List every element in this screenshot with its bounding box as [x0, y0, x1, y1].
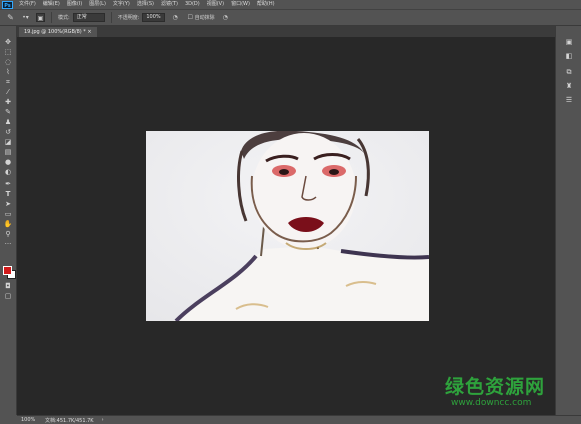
dodge-icon[interactable]: ◐ — [3, 168, 13, 177]
pressure-opacity-icon[interactable]: ◔ — [171, 13, 180, 22]
blur-icon[interactable]: ● — [3, 158, 13, 167]
hand-icon[interactable]: ✋ — [3, 220, 13, 229]
marquee-icon[interactable]: ⬚ — [3, 48, 13, 57]
more-tools-icon[interactable]: ··· — [3, 240, 13, 249]
pen-icon[interactable]: ✒ — [3, 180, 13, 189]
menu-items: 文件(F) 编辑(E) 图像(I) 图层(L) 文字(Y) 选择(S) 滤镜(T… — [19, 0, 282, 9]
screen-mode-icon[interactable]: ▢ — [3, 292, 13, 301]
mode-select[interactable]: 正常 — [72, 13, 105, 22]
zoom-icon[interactable]: ⚲ — [3, 230, 13, 239]
document-tab[interactable]: 19.jpg @ 100%(RGB/8) * × — [19, 27, 97, 37]
lasso-icon[interactable]: ◌ — [3, 58, 13, 67]
app-logo: Ps — [2, 0, 13, 9]
status-menu-arrow[interactable]: › — [102, 417, 104, 423]
pencil-tool-icon[interactable]: ✎ — [6, 13, 15, 22]
quick-select-icon[interactable]: ⌇ — [3, 68, 13, 77]
watermark-url: www.downcc.com — [451, 398, 532, 408]
auto-erase-label: 自动抹除 — [194, 15, 215, 21]
tools-panel: ✥ ⬚ ◌ ⌇ ⌗ ⁄ ✚ ✎ ♟ ↺ ◪ ▤ ● ◐ ✒ T ➤ ▭ ✋ ⚲ … — [0, 26, 17, 415]
path-select-icon[interactable]: ➤ — [3, 200, 13, 209]
menu-window[interactable]: 窗口(W) — [231, 0, 250, 9]
status-bar: 100% 文档:451.7K/451.7K › — [17, 415, 581, 424]
opacity-label: 不透明度: — [117, 15, 140, 21]
menu-view[interactable]: 视图(V) — [207, 0, 224, 9]
menu-select[interactable]: 选择(S) — [137, 0, 154, 9]
eraser-icon[interactable]: ◪ — [3, 138, 13, 147]
menu-bar: Ps 文件(F) 编辑(E) 图像(I) 图层(L) 文字(Y) 选择(S) 滤… — [0, 0, 581, 9]
brush-panel-icon[interactable]: ▣ — [36, 13, 45, 22]
channels-icon[interactable]: ⧉ — [564, 68, 574, 77]
pencil-icon[interactable]: ✎ — [3, 108, 13, 117]
foreground-color-swatch[interactable] — [3, 266, 12, 275]
layers-icon[interactable]: ▣ — [564, 38, 574, 47]
healing-icon[interactable]: ✚ — [3, 98, 13, 107]
crop-icon[interactable]: ⌗ — [3, 78, 13, 87]
history-brush-icon[interactable]: ↺ — [3, 128, 13, 137]
stamp-icon[interactable]: ♟ — [3, 118, 13, 127]
quick-mask-icon[interactable]: ◘ — [3, 282, 13, 291]
shape-icon[interactable]: ▭ — [3, 210, 13, 219]
eyedropper-icon[interactable]: ⁄ — [3, 88, 13, 97]
document-info: 文档:451.7K/451.7K — [45, 417, 94, 424]
menu-3d[interactable]: 3D(D) — [185, 0, 200, 9]
auto-erase-checkbox[interactable]: ☐ — [186, 13, 195, 22]
document-image[interactable] — [146, 131, 429, 321]
adjustments-icon[interactable]: ◧ — [564, 52, 574, 61]
type-icon[interactable]: T — [3, 190, 13, 199]
menu-edit[interactable]: 编辑(E) — [43, 0, 60, 9]
menu-layer[interactable]: 图层(L) — [89, 0, 106, 9]
watermark: 绿色资源网 www.downcc.com — [445, 372, 557, 414]
gradient-icon[interactable]: ▤ — [3, 148, 13, 157]
paths-icon[interactable]: ♜ — [564, 82, 574, 91]
menu-type[interactable]: 文字(Y) — [113, 0, 130, 9]
move-icon[interactable]: ✥ — [3, 38, 13, 47]
separator — [51, 12, 52, 23]
mode-label: 模式: — [58, 15, 70, 21]
brush-size-icon[interactable]: •▾ — [21, 13, 30, 22]
opacity-input[interactable]: 100% — [142, 13, 165, 22]
menu-file[interactable]: 文件(F) — [19, 0, 36, 9]
watermark-brand: 绿色资源网 — [445, 376, 546, 398]
menu-filter[interactable]: 滤镜(T) — [161, 0, 178, 9]
right-panel-dock: ▣ ◧ ⧉ ♜ ☰ — [555, 26, 581, 415]
properties-icon[interactable]: ☰ — [564, 96, 574, 105]
separator — [110, 12, 112, 23]
menu-help[interactable]: 帮助(H) — [257, 0, 275, 9]
pressure-size-icon[interactable]: ◔ — [221, 13, 230, 22]
zoom-level[interactable]: 100% — [21, 417, 45, 423]
menu-image[interactable]: 图像(I) — [67, 0, 82, 9]
document-tab-row: 19.jpg @ 100%(RGB/8) * × — [17, 26, 555, 37]
options-bar: ✎ •▾ ▣ 模式: 正常 不透明度: 100% ◔ ☐ 自动抹除 ◔ — [0, 9, 581, 26]
